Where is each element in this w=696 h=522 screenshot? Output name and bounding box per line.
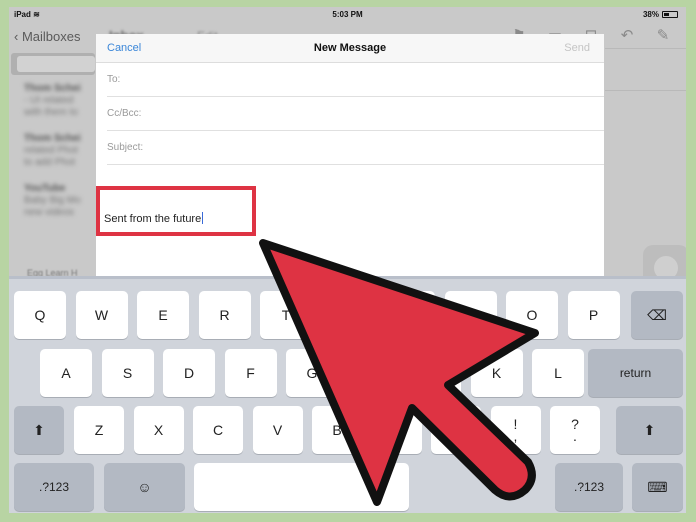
key-n[interactable]: N	[371, 406, 422, 454]
key-p[interactable]: P	[567, 291, 620, 339]
key-f[interactable]: F	[224, 349, 277, 397]
key-h[interactable]: H	[347, 349, 400, 397]
emoji-key[interactable]: ☺	[104, 463, 185, 511]
divider	[605, 90, 686, 91]
shift-key-left[interactable]: ⬆	[14, 406, 64, 454]
key-t[interactable]: T	[260, 291, 312, 339]
key-label: V	[272, 422, 283, 438]
key-question[interactable]: ?.	[550, 406, 600, 454]
list-item[interactable]: YouTube Baby Big Mo new videos	[24, 183, 104, 219]
compose-title: New Message	[313, 42, 387, 54]
key-label: X	[153, 422, 164, 438]
compose-header: Cancel New Message Send	[96, 34, 604, 63]
key-o[interactable]: O	[506, 291, 558, 339]
key-c[interactable]: C	[193, 406, 243, 454]
key-sublabel: ,	[513, 428, 518, 444]
key-label: C	[212, 422, 224, 438]
key-q[interactable]: Q	[14, 291, 66, 339]
hide-keyboard-key[interactable]: ⌨	[632, 463, 683, 511]
key-e[interactable]: E	[137, 291, 189, 339]
highlight-box	[96, 186, 256, 236]
key-k[interactable]: K	[470, 349, 523, 397]
backspace-key[interactable]: ⌫	[631, 291, 683, 339]
key-d[interactable]: D	[163, 349, 215, 397]
clock: 5:03 PM	[332, 10, 363, 19]
shift-key-right[interactable]: ⬆	[616, 406, 683, 454]
key-j[interactable]: J	[409, 349, 461, 397]
key-sublabel: .	[573, 428, 577, 444]
send-button[interactable]: Send	[564, 42, 590, 54]
key-y[interactable]: Y	[321, 291, 374, 339]
compose-sheet: Cancel New Message Send To: Cc/Bcc: Subj…	[96, 34, 604, 277]
numbers-key-left[interactable]: .?123	[14, 463, 94, 511]
key-r[interactable]: R	[198, 291, 251, 339]
to-field[interactable]: To:	[107, 63, 604, 97]
search-field[interactable]	[11, 53, 95, 75]
key-i[interactable]: I	[444, 291, 497, 339]
numbers-key-right[interactable]: .?123	[555, 463, 623, 511]
key-w[interactable]: W	[75, 291, 128, 339]
key-g[interactable]: G	[286, 349, 338, 397]
onscreen-keyboard: Q W E R T Y U I O P ⌫ A S D F G H J K Lreturn ⬆ Z X C V B N M!,?. ⬆.…	[9, 276, 686, 513]
chevron-left-icon: ‹	[14, 29, 19, 44]
key-x[interactable]: X	[133, 406, 184, 454]
divider	[605, 48, 686, 49]
key-b[interactable]: B	[312, 406, 362, 454]
key-a[interactable]: A	[40, 349, 92, 397]
space-bar[interactable]	[194, 463, 409, 511]
reply-icon[interactable]: ↶	[616, 27, 638, 45]
key-m[interactable]: M	[431, 406, 481, 454]
list-item[interactable]: Thom Schei related Phot to add Phot	[24, 133, 104, 169]
return-key[interactable]: return	[588, 349, 683, 397]
key-l[interactable]: L	[532, 349, 584, 397]
subject-field[interactable]: Subject:	[107, 131, 604, 165]
message-list: Thom Schei - UI related with them to Thom …	[24, 83, 104, 233]
ipad-screen: iPad ≋ 5:03 PM 38% ‹ Mailboxes Inbox Edi…	[9, 7, 686, 513]
ccbcc-field[interactable]: Cc/Bcc:	[107, 97, 604, 131]
key-label: M	[450, 422, 462, 438]
battery-indicator: 38%	[643, 10, 678, 19]
key-label: Z	[94, 422, 104, 438]
key-z[interactable]: Z	[74, 406, 124, 454]
key-u[interactable]: U	[383, 291, 435, 339]
key-label: N	[391, 422, 402, 438]
key-v[interactable]: V	[252, 406, 303, 454]
battery-icon	[662, 11, 678, 18]
key-label: B	[332, 422, 342, 438]
key-s[interactable]: S	[101, 349, 154, 397]
mailboxes-back-button[interactable]: ‹ Mailboxes	[14, 29, 81, 44]
status-bar: iPad ≋ 5:03 PM 38%	[9, 7, 686, 23]
list-item[interactable]: Thom Schei - UI related with them to	[24, 83, 104, 119]
compose-icon[interactable]: ✎	[652, 27, 674, 45]
key-exclamation[interactable]: !,	[490, 406, 541, 454]
